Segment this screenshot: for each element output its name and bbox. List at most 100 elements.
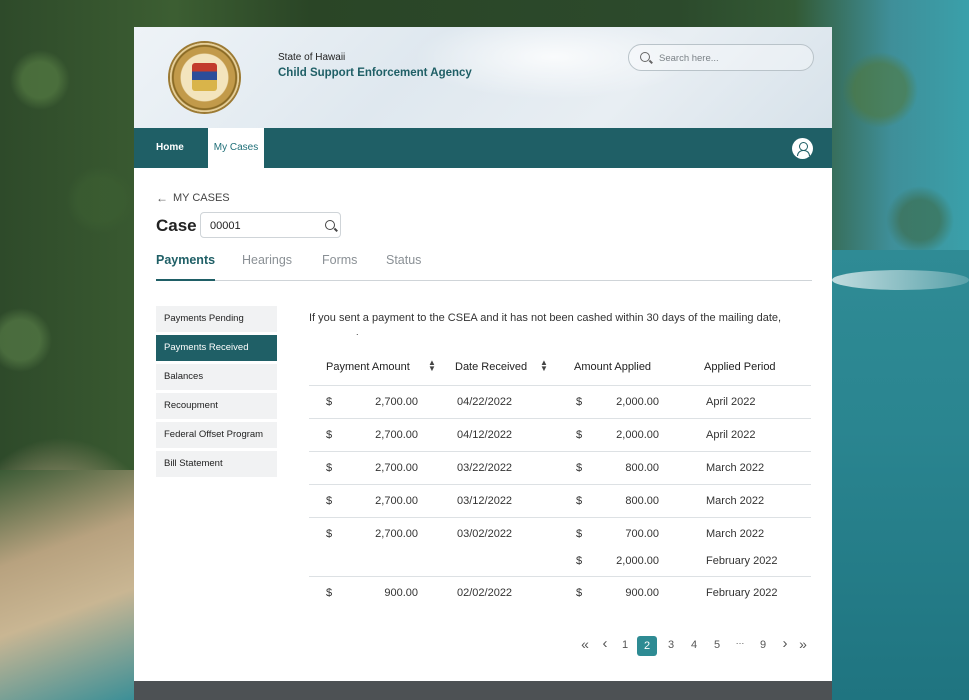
state-label: State of Hawaii xyxy=(278,52,346,63)
page-button[interactable]: 5 xyxy=(709,639,725,651)
table-header: Payment Amount ▲ ▼ Date Received ▲ ▼ Amoun… xyxy=(309,353,811,386)
site-header: State of Hawaii Child Support Enforcemen… xyxy=(134,27,832,128)
payment-amount: 2,700.00 xyxy=(375,396,418,408)
sidebar-item-payments-pending[interactable]: Payments Pending xyxy=(156,306,277,332)
footer-bar xyxy=(134,681,832,700)
currency-symbol: $ xyxy=(576,462,583,474)
prev-page-icon[interactable]: ‹ xyxy=(597,635,613,652)
amount-applied: 900.00 xyxy=(625,587,659,599)
currency-symbol: $ xyxy=(576,528,583,540)
applied-period: March 2022 xyxy=(706,495,765,507)
back-link-label: MY CASES xyxy=(173,192,230,204)
date-received: 03/12/2022 xyxy=(457,495,513,507)
amount-applied: 2,000.00 xyxy=(616,429,659,441)
search-icon[interactable] xyxy=(325,220,335,230)
first-page-icon[interactable]: « xyxy=(577,636,593,652)
currency-symbol: $ xyxy=(326,429,333,441)
column-header-payment-amount[interactable]: Payment Amount xyxy=(326,361,410,373)
currency-symbol: $ xyxy=(576,587,583,599)
date-received: 03/02/2022 xyxy=(457,528,513,540)
sort-icon[interactable]: ▲ ▼ xyxy=(428,359,436,373)
column-header-applied-period: Applied Period xyxy=(704,361,776,373)
case-number-field[interactable] xyxy=(200,212,341,238)
background-sea xyxy=(832,250,969,700)
state-seal-icon[interactable] xyxy=(170,43,239,112)
page-button-current[interactable]: 2 xyxy=(637,636,657,656)
pagination-ellipsis: … xyxy=(735,636,745,646)
sidebar-item-federal-offset-program[interactable]: Federal Offset Program xyxy=(156,422,277,448)
background-beach xyxy=(0,470,134,700)
payment-amount: 2,700.00 xyxy=(375,462,418,474)
payments-sidebar: Payments Pending Payments Received Balan… xyxy=(156,306,277,480)
table-row: $ 900.00 02/02/2022 $ 900.00 February 20… xyxy=(309,577,811,610)
table-row: $ 2,700.00 03/02/2022 $ 700.00 March 202… xyxy=(309,518,811,577)
nav-item-home[interactable]: Home xyxy=(148,128,192,168)
last-page-icon[interactable]: » xyxy=(795,636,811,652)
page-button[interactable]: 9 xyxy=(755,639,771,651)
tab-status[interactable]: Status xyxy=(386,253,421,281)
currency-symbol: $ xyxy=(326,587,333,599)
applied-period: March 2022 xyxy=(706,528,765,540)
amount-applied: 800.00 xyxy=(625,495,659,507)
next-page-icon[interactable]: › xyxy=(777,635,793,652)
sidebar-item-recoupment[interactable]: Recoupment xyxy=(156,393,277,419)
arrow-left-icon: ← xyxy=(156,191,168,205)
date-received: 04/22/2022 xyxy=(457,396,513,408)
search-icon[interactable] xyxy=(640,52,650,62)
intro-text: If you sent a payment to the CSEA and it… xyxy=(309,312,782,324)
currency-symbol: $ xyxy=(576,429,583,441)
currency-symbol: $ xyxy=(326,396,333,408)
sidebar-item-bill-statement[interactable]: Bill Statement xyxy=(156,451,277,477)
amount-applied: 2,000.00 xyxy=(616,555,659,567)
nav-item-my-cases[interactable]: My Cases xyxy=(208,128,264,168)
page-button[interactable]: 1 xyxy=(617,639,633,651)
app-window: State of Hawaii Child Support Enforcemen… xyxy=(134,27,832,700)
currency-symbol: $ xyxy=(326,495,333,507)
payment-amount: 900.00 xyxy=(384,587,418,599)
sidebar-item-payments-received[interactable]: Payments Received xyxy=(156,335,277,361)
pagination: « ‹ 1 2 3 4 5 … 9 › » xyxy=(577,635,813,658)
currency-symbol: $ xyxy=(576,495,583,507)
intro-text-continued: . xyxy=(356,327,359,337)
back-to-my-cases-link[interactable]: ← MY CASES xyxy=(156,191,230,205)
table-row: $ 2,700.00 04/22/2022 $ 2,000.00 April 2… xyxy=(309,386,811,419)
seal-shield xyxy=(192,63,217,91)
date-received: 02/02/2022 xyxy=(457,587,513,599)
table-row: $ 2,700.00 03/12/2022 $ 800.00 March 202… xyxy=(309,485,811,518)
tab-forms[interactable]: Forms xyxy=(322,253,357,281)
currency-symbol: $ xyxy=(326,462,333,474)
payments-table: Payment Amount ▲ ▼ Date Received ▲ ▼ Amoun… xyxy=(309,353,811,610)
case-number-input[interactable] xyxy=(210,218,310,233)
amount-applied: 2,000.00 xyxy=(616,396,659,408)
tab-payments[interactable]: Payments xyxy=(156,253,216,281)
site-search[interactable] xyxy=(628,44,814,71)
main-nav: Home My Cases xyxy=(134,128,832,168)
currency-symbol: $ xyxy=(576,555,583,567)
applied-period: February 2022 xyxy=(706,555,778,567)
date-received: 03/22/2022 xyxy=(457,462,513,474)
table-row: $ 2,700.00 03/22/2022 $ 800.00 March 202… xyxy=(309,452,811,485)
currency-symbol: $ xyxy=(576,396,583,408)
agency-name: Child Support Enforcement Agency xyxy=(278,67,472,79)
applied-period: April 2022 xyxy=(706,396,756,408)
sort-icon[interactable]: ▲ ▼ xyxy=(540,359,548,373)
date-received: 04/12/2022 xyxy=(457,429,513,441)
payment-amount: 2,700.00 xyxy=(375,528,418,540)
sidebar-item-balances[interactable]: Balances xyxy=(156,364,277,390)
page-button[interactable]: 3 xyxy=(663,639,679,651)
user-icon[interactable] xyxy=(792,138,813,159)
applied-period: February 2022 xyxy=(706,587,778,599)
amount-applied: 800.00 xyxy=(625,462,659,474)
page-button[interactable]: 4 xyxy=(686,639,702,651)
applied-period: April 2022 xyxy=(706,429,756,441)
case-label: Case xyxy=(156,216,197,235)
payment-amount: 2,700.00 xyxy=(375,429,418,441)
payment-amount: 2,700.00 xyxy=(375,495,418,507)
applied-period: March 2022 xyxy=(706,462,765,474)
search-input[interactable] xyxy=(659,50,804,66)
amount-applied: 700.00 xyxy=(625,528,659,540)
column-header-amount-applied: Amount Applied xyxy=(574,361,652,373)
tab-hearings[interactable]: Hearings xyxy=(242,253,292,281)
table-row: $ 2,700.00 04/12/2022 $ 2,000.00 April 2… xyxy=(309,419,811,452)
column-header-date-received[interactable]: Date Received xyxy=(455,361,527,373)
